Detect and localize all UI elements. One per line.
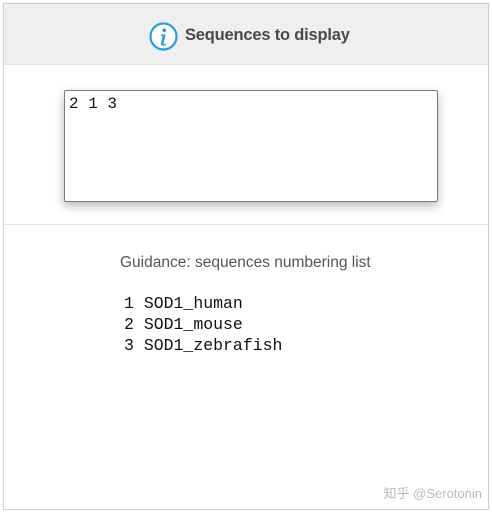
list-item: 2 SOD1_mouse <box>124 314 282 335</box>
panel-title: Sequences to display <box>185 26 350 44</box>
panel-header: Sequences to display <box>4 4 488 65</box>
item-number: 2 <box>124 315 134 334</box>
sequences-panel: Sequences to display 2 1 3 Guidance: seq… <box>3 3 489 510</box>
item-number: 3 <box>124 336 134 355</box>
watermark: 知乎 @Serotonin <box>383 486 482 501</box>
item-name: SOD1_human <box>143 294 243 313</box>
guidance-title: Guidance: sequences numbering list <box>120 254 371 271</box>
list-item: 3 SOD1_zebrafish <box>124 335 282 356</box>
item-name: SOD1_zebrafish <box>143 336 283 355</box>
info-icon <box>149 22 178 51</box>
sequence-order-input[interactable]: 2 1 3 <box>64 90 438 202</box>
item-name: SOD1_mouse <box>143 315 243 334</box>
input-section: 2 1 3 <box>4 65 488 225</box>
item-number: 1 <box>124 294 134 313</box>
list-item: 1 SOD1_human <box>124 293 282 314</box>
sequence-numbering-list: 1 SOD1_human 2 SOD1_mouse 3 SOD1_zebrafi… <box>124 293 282 356</box>
